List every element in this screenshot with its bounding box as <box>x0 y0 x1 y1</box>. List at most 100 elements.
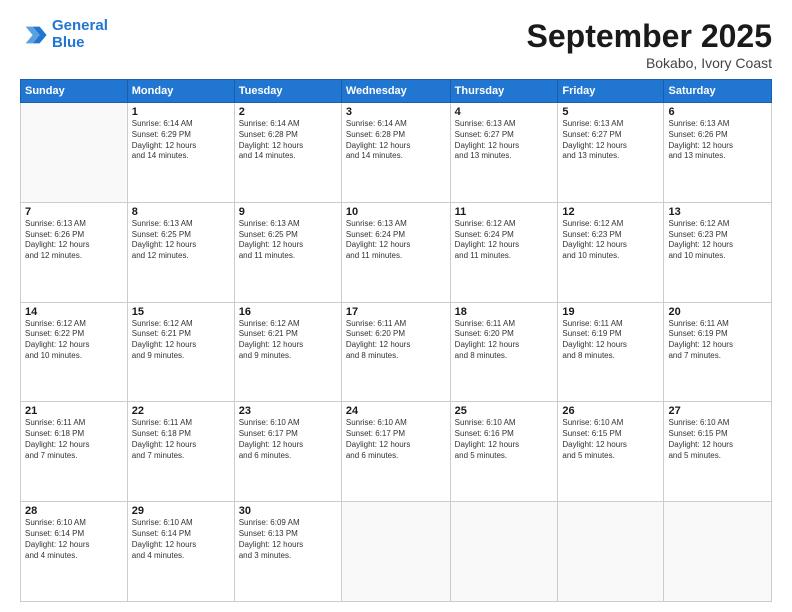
calendar-cell: 20Sunrise: 6:11 AM Sunset: 6:19 PM Dayli… <box>664 302 772 402</box>
calendar-cell: 29Sunrise: 6:10 AM Sunset: 6:14 PM Dayli… <box>127 502 234 602</box>
calendar-cell: 12Sunrise: 6:12 AM Sunset: 6:23 PM Dayli… <box>558 202 664 302</box>
calendar-cell: 6Sunrise: 6:13 AM Sunset: 6:26 PM Daylig… <box>664 103 772 203</box>
day-info: Sunrise: 6:12 AM Sunset: 6:24 PM Dayligh… <box>455 219 554 262</box>
calendar-cell: 5Sunrise: 6:13 AM Sunset: 6:27 PM Daylig… <box>558 103 664 203</box>
day-number: 23 <box>239 405 337 417</box>
day-info: Sunrise: 6:13 AM Sunset: 6:26 PM Dayligh… <box>25 219 123 262</box>
day-number: 29 <box>132 505 230 517</box>
calendar-cell: 1Sunrise: 6:14 AM Sunset: 6:29 PM Daylig… <box>127 103 234 203</box>
day-number: 12 <box>562 206 659 218</box>
calendar-cell: 25Sunrise: 6:10 AM Sunset: 6:16 PM Dayli… <box>450 402 558 502</box>
calendar-cell: 17Sunrise: 6:11 AM Sunset: 6:20 PM Dayli… <box>341 302 450 402</box>
day-number: 5 <box>562 106 659 118</box>
day-info: Sunrise: 6:10 AM Sunset: 6:14 PM Dayligh… <box>132 518 230 561</box>
day-info: Sunrise: 6:12 AM Sunset: 6:21 PM Dayligh… <box>239 319 337 362</box>
calendar-cell: 30Sunrise: 6:09 AM Sunset: 6:13 PM Dayli… <box>234 502 341 602</box>
calendar-cell: 19Sunrise: 6:11 AM Sunset: 6:19 PM Dayli… <box>558 302 664 402</box>
calendar-cell: 21Sunrise: 6:11 AM Sunset: 6:18 PM Dayli… <box>21 402 128 502</box>
day-number: 7 <box>25 206 123 218</box>
day-info: Sunrise: 6:12 AM Sunset: 6:22 PM Dayligh… <box>25 319 123 362</box>
day-number: 27 <box>668 405 767 417</box>
page: General Blue September 2025 Bokabo, Ivor… <box>0 0 792 612</box>
calendar-cell: 14Sunrise: 6:12 AM Sunset: 6:22 PM Dayli… <box>21 302 128 402</box>
calendar-week-5: 28Sunrise: 6:10 AM Sunset: 6:14 PM Dayli… <box>21 502 772 602</box>
calendar-header-thursday: Thursday <box>450 80 558 103</box>
day-info: Sunrise: 6:10 AM Sunset: 6:14 PM Dayligh… <box>25 518 123 561</box>
day-info: Sunrise: 6:12 AM Sunset: 6:23 PM Dayligh… <box>668 219 767 262</box>
day-info: Sunrise: 6:10 AM Sunset: 6:15 PM Dayligh… <box>668 418 767 461</box>
calendar-header-tuesday: Tuesday <box>234 80 341 103</box>
day-info: Sunrise: 6:11 AM Sunset: 6:18 PM Dayligh… <box>132 418 230 461</box>
calendar-cell: 7Sunrise: 6:13 AM Sunset: 6:26 PM Daylig… <box>21 202 128 302</box>
day-info: Sunrise: 6:13 AM Sunset: 6:27 PM Dayligh… <box>562 119 659 162</box>
calendar-header-sunday: Sunday <box>21 80 128 103</box>
day-number: 28 <box>25 505 123 517</box>
calendar-cell: 26Sunrise: 6:10 AM Sunset: 6:15 PM Dayli… <box>558 402 664 502</box>
day-info: Sunrise: 6:11 AM Sunset: 6:18 PM Dayligh… <box>25 418 123 461</box>
calendar-cell: 8Sunrise: 6:13 AM Sunset: 6:25 PM Daylig… <box>127 202 234 302</box>
calendar-cell: 27Sunrise: 6:10 AM Sunset: 6:15 PM Dayli… <box>664 402 772 502</box>
calendar-header-wednesday: Wednesday <box>341 80 450 103</box>
calendar-week-3: 14Sunrise: 6:12 AM Sunset: 6:22 PM Dayli… <box>21 302 772 402</box>
day-number: 30 <box>239 505 337 517</box>
day-number: 1 <box>132 106 230 118</box>
day-info: Sunrise: 6:14 AM Sunset: 6:28 PM Dayligh… <box>239 119 337 162</box>
day-number: 15 <box>132 306 230 318</box>
calendar-week-4: 21Sunrise: 6:11 AM Sunset: 6:18 PM Dayli… <box>21 402 772 502</box>
calendar-cell <box>21 103 128 203</box>
calendar-cell: 13Sunrise: 6:12 AM Sunset: 6:23 PM Dayli… <box>664 202 772 302</box>
day-number: 21 <box>25 405 123 417</box>
calendar-header-saturday: Saturday <box>664 80 772 103</box>
logo-line2: Blue <box>52 34 85 51</box>
calendar-cell: 24Sunrise: 6:10 AM Sunset: 6:17 PM Dayli… <box>341 402 450 502</box>
calendar-cell: 28Sunrise: 6:10 AM Sunset: 6:14 PM Dayli… <box>21 502 128 602</box>
title-block: September 2025 Bokabo, Ivory Coast <box>527 18 772 71</box>
day-number: 25 <box>455 405 554 417</box>
logo-line1: General <box>52 17 108 34</box>
day-number: 3 <box>346 106 446 118</box>
calendar-cell: 15Sunrise: 6:12 AM Sunset: 6:21 PM Dayli… <box>127 302 234 402</box>
day-info: Sunrise: 6:13 AM Sunset: 6:25 PM Dayligh… <box>239 219 337 262</box>
calendar-cell: 2Sunrise: 6:14 AM Sunset: 6:28 PM Daylig… <box>234 103 341 203</box>
day-number: 11 <box>455 206 554 218</box>
calendar-cell: 22Sunrise: 6:11 AM Sunset: 6:18 PM Dayli… <box>127 402 234 502</box>
calendar: SundayMondayTuesdayWednesdayThursdayFrid… <box>20 79 772 602</box>
day-info: Sunrise: 6:10 AM Sunset: 6:15 PM Dayligh… <box>562 418 659 461</box>
day-info: Sunrise: 6:11 AM Sunset: 6:19 PM Dayligh… <box>668 319 767 362</box>
calendar-cell <box>558 502 664 602</box>
day-number: 8 <box>132 206 230 218</box>
calendar-cell <box>341 502 450 602</box>
calendar-cell: 10Sunrise: 6:13 AM Sunset: 6:24 PM Dayli… <box>341 202 450 302</box>
day-info: Sunrise: 6:12 AM Sunset: 6:21 PM Dayligh… <box>132 319 230 362</box>
day-info: Sunrise: 6:11 AM Sunset: 6:19 PM Dayligh… <box>562 319 659 362</box>
calendar-header-row: SundayMondayTuesdayWednesdayThursdayFrid… <box>21 80 772 103</box>
calendar-cell: 11Sunrise: 6:12 AM Sunset: 6:24 PM Dayli… <box>450 202 558 302</box>
day-info: Sunrise: 6:13 AM Sunset: 6:25 PM Dayligh… <box>132 219 230 262</box>
day-number: 6 <box>668 106 767 118</box>
day-number: 18 <box>455 306 554 318</box>
logo: General Blue <box>20 18 108 51</box>
day-number: 13 <box>668 206 767 218</box>
day-number: 26 <box>562 405 659 417</box>
main-title: September 2025 <box>527 18 772 55</box>
calendar-week-2: 7Sunrise: 6:13 AM Sunset: 6:26 PM Daylig… <box>21 202 772 302</box>
calendar-cell: 23Sunrise: 6:10 AM Sunset: 6:17 PM Dayli… <box>234 402 341 502</box>
calendar-cell <box>664 502 772 602</box>
day-info: Sunrise: 6:13 AM Sunset: 6:27 PM Dayligh… <box>455 119 554 162</box>
calendar-week-1: 1Sunrise: 6:14 AM Sunset: 6:29 PM Daylig… <box>21 103 772 203</box>
calendar-header-friday: Friday <box>558 80 664 103</box>
day-number: 19 <box>562 306 659 318</box>
header: General Blue September 2025 Bokabo, Ivor… <box>20 18 772 71</box>
calendar-cell: 18Sunrise: 6:11 AM Sunset: 6:20 PM Dayli… <box>450 302 558 402</box>
calendar-header-monday: Monday <box>127 80 234 103</box>
day-number: 20 <box>668 306 767 318</box>
day-info: Sunrise: 6:10 AM Sunset: 6:17 PM Dayligh… <box>239 418 337 461</box>
day-info: Sunrise: 6:12 AM Sunset: 6:23 PM Dayligh… <box>562 219 659 262</box>
day-number: 10 <box>346 206 446 218</box>
day-number: 2 <box>239 106 337 118</box>
day-number: 9 <box>239 206 337 218</box>
logo-icon <box>20 21 48 49</box>
day-info: Sunrise: 6:10 AM Sunset: 6:16 PM Dayligh… <box>455 418 554 461</box>
day-info: Sunrise: 6:14 AM Sunset: 6:28 PM Dayligh… <box>346 119 446 162</box>
calendar-cell: 16Sunrise: 6:12 AM Sunset: 6:21 PM Dayli… <box>234 302 341 402</box>
